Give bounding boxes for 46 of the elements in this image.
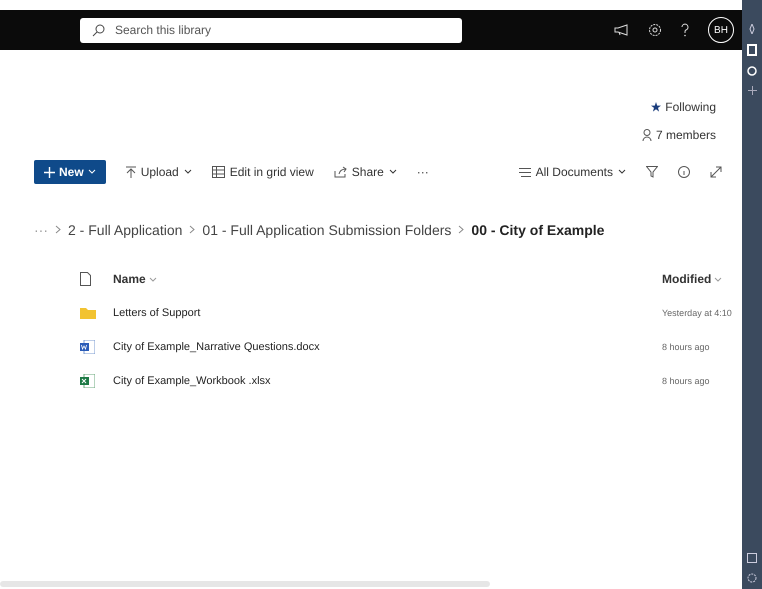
person-icon (642, 129, 652, 141)
name-column-header[interactable]: Name (113, 272, 662, 286)
view-selector[interactable]: All Documents (518, 165, 626, 179)
expand-icon[interactable] (710, 166, 722, 178)
members-button[interactable]: 7 members (642, 128, 716, 142)
file-type-icon (80, 272, 91, 286)
chevron-icon (714, 277, 722, 283)
list-icon (518, 168, 531, 176)
modified-time: 8 hours ago (662, 342, 711, 352)
horizontal-scrollbar[interactable] (0, 581, 490, 587)
modified-time: Yesterday at 4:10 (662, 308, 733, 318)
modified-column-header[interactable]: Modified (662, 272, 742, 286)
word-document-icon (80, 340, 95, 354)
filter-icon[interactable] (646, 166, 658, 178)
more-button[interactable]: ··· (416, 165, 429, 179)
search-box[interactable]: Search this library (80, 18, 462, 42)
info-icon[interactable] (678, 166, 690, 178)
breadcrumb-item[interactable]: 00 - City of Example (471, 222, 604, 238)
new-button[interactable]: New (34, 160, 106, 184)
chevron-icon (184, 169, 192, 175)
folder-icon (80, 307, 96, 319)
chevron-icon (148, 277, 157, 283)
add-icon[interactable] (748, 86, 756, 95)
search-icon (92, 24, 105, 36)
breadcrumb-item[interactable]: 01 - Full Application Submission Folders (202, 222, 452, 238)
chevron-icon (388, 169, 397, 175)
user-avatar[interactable]: BH (708, 17, 734, 43)
share-icon (334, 166, 347, 178)
chevron-icon (618, 169, 626, 175)
file-name-link[interactable]: Letters of Support (113, 307, 662, 319)
grid-view-button[interactable]: Edit in grid view (212, 165, 314, 179)
share-button[interactable]: Share (334, 165, 397, 179)
breadcrumb-item[interactable]: 2 - Full Application (68, 222, 182, 238)
star-icon (651, 102, 662, 112)
plus-icon (44, 166, 55, 178)
upload-button[interactable]: Upload (126, 165, 192, 179)
modified-time: 8 hours ago (662, 376, 711, 386)
file-name-link[interactable]: City of Example_Workbook .xlsx (113, 375, 662, 387)
grid-icon (212, 166, 225, 178)
upload-icon (126, 166, 136, 178)
file-name-link[interactable]: City of Example_Narrative Questions.docx (113, 341, 662, 353)
help-icon[interactable] (680, 23, 690, 37)
megaphone-icon[interactable] (614, 24, 630, 36)
following-button[interactable]: Following (651, 100, 716, 114)
spreadsheet-icon (80, 374, 95, 388)
chevron-icon (88, 169, 96, 175)
